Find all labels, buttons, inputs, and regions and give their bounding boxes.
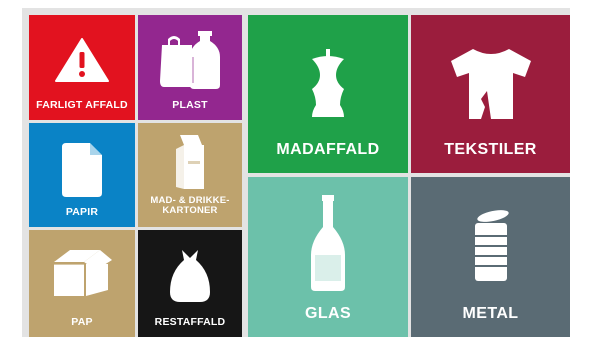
label-pap: PAP xyxy=(71,316,93,328)
tile-farligt-affald[interactable]: FARLIGT AFFALD xyxy=(29,15,135,120)
paper-sheet-icon xyxy=(62,143,102,197)
tile-mad-drikkekartoner[interactable]: MAD- & DRIKKE- KARTONER xyxy=(138,123,242,227)
tile-pap[interactable]: PAP xyxy=(29,230,135,337)
waste-sorting-grid: FARLIGT AFFALD PLAST MAD- & DRIKKE- KART… xyxy=(22,8,570,337)
glass-bottle-icon xyxy=(311,195,345,291)
tile-papir[interactable]: PAPIR xyxy=(29,123,135,227)
label-farligt-affald: FARLIGT AFFALD xyxy=(36,99,128,111)
label-restaffald: RESTAFFALD xyxy=(154,316,226,328)
plastic-bottle-bag-icon xyxy=(160,31,220,89)
milk-carton-icon xyxy=(176,135,204,189)
label-madaffald: MADAFFALD xyxy=(276,141,380,158)
tin-can-icon xyxy=(475,210,509,281)
label-papir: PAPIR xyxy=(65,206,99,218)
tile-plast[interactable]: PLAST xyxy=(138,15,242,120)
cardboard-box-icon xyxy=(54,250,112,296)
tile-restaffald[interactable]: RESTAFFALD xyxy=(138,230,242,337)
label-mad-drikkekartoner: MAD- & DRIKKE- KARTONER xyxy=(150,195,230,216)
label-metal: METAL xyxy=(462,305,519,322)
label-glas: GLAS xyxy=(304,305,352,322)
label-plast: PLAST xyxy=(172,99,208,111)
tile-metal[interactable]: METAL xyxy=(411,177,570,337)
label-tekstiler: TEKSTILER xyxy=(444,141,537,158)
tshirt-icon xyxy=(451,49,531,119)
warning-triangle-icon xyxy=(55,38,109,82)
tile-tekstiler[interactable]: TEKSTILER xyxy=(411,15,570,173)
garbage-bag-icon xyxy=(170,250,210,302)
apple-core-icon xyxy=(312,49,344,117)
tile-madaffald[interactable]: MADAFFALD xyxy=(248,15,408,173)
tile-glas[interactable]: GLAS xyxy=(248,177,408,337)
